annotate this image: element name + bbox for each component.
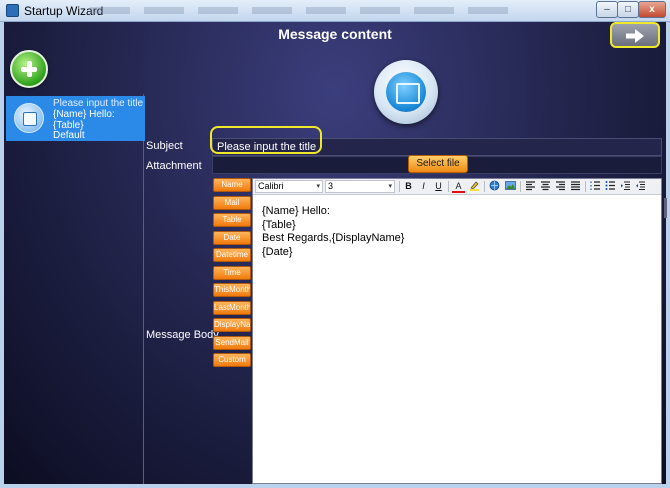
bold-button[interactable]: B [402, 180, 415, 193]
message-body-editor[interactable]: Calibri ▾ 3 ▾ B I U A {Name} Hello: {Tab… [252, 178, 662, 484]
toolbar-divider [520, 181, 521, 192]
toolbar-divider [585, 181, 586, 192]
message-envelope-icon [374, 60, 438, 124]
next-button[interactable] [610, 22, 660, 48]
close-button[interactable]: x [638, 1, 666, 18]
add-message-button[interactable] [10, 50, 48, 88]
underline-button[interactable]: U [432, 180, 445, 193]
chevron-down-icon: ▾ [316, 183, 320, 190]
insert-field-button-displayname[interactable]: DisplayName [213, 318, 251, 332]
align-right-icon[interactable] [554, 180, 567, 193]
page-title: Message content [278, 26, 392, 42]
align-justify-icon[interactable] [569, 180, 582, 193]
editor-content[interactable]: {Name} Hello: {Table} Best Regards,{Disp… [262, 205, 404, 259]
list-item-title: Please input the title [53, 98, 144, 109]
subject-input[interactable] [212, 138, 662, 156]
insert-field-button-date[interactable]: Date [213, 231, 251, 245]
font-size-select[interactable]: 3 ▾ [325, 180, 395, 193]
scrollbar[interactable] [664, 198, 667, 218]
envelope-icon [14, 103, 44, 133]
list-item-status: Default [53, 130, 85, 141]
subject-label: Subject [146, 140, 183, 152]
insert-field-button-lastmonth[interactable]: LastMonth [213, 301, 251, 315]
italic-button[interactable]: I [417, 180, 430, 193]
insert-field-button-thismonth[interactable]: ThisMonth [213, 283, 251, 297]
editor-line: {Table} [262, 218, 296, 231]
font-family-select[interactable]: Calibri ▾ [255, 180, 323, 193]
insert-field-button-datetime[interactable]: Datetime [213, 248, 251, 262]
minimize-button[interactable]: – [596, 1, 618, 18]
attachment-label: Attachment [146, 160, 202, 172]
indent-icon[interactable] [619, 180, 632, 193]
font-size-value: 3 [328, 181, 334, 191]
select-file-button[interactable]: Select file [408, 155, 468, 173]
toolbar-divider [448, 181, 449, 192]
editor-toolbar: Calibri ▾ 3 ▾ B I U A [253, 179, 661, 195]
insert-field-button-time[interactable]: Time [213, 266, 251, 280]
align-center-icon[interactable] [539, 180, 552, 193]
insert-field-button-name[interactable]: Name [213, 178, 251, 192]
wizard-main-area: Message content Please input the title {… [4, 22, 667, 484]
bullet-list-icon[interactable] [604, 180, 617, 193]
align-left-icon[interactable] [524, 180, 537, 193]
message-list-panel [6, 94, 144, 484]
maximize-button[interactable]: □ [617, 1, 639, 18]
chevron-down-icon: ▾ [388, 183, 392, 190]
font-color-button[interactable]: A [452, 180, 465, 193]
list-item[interactable]: Please input the title {Name} Hello: {Ta… [6, 96, 145, 141]
insert-field-button-mail[interactable]: Mail [213, 196, 251, 210]
insert-field-button-sendmail[interactable]: SendMail [213, 336, 251, 350]
highlight-color-icon[interactable] [468, 180, 481, 193]
arrow-right-icon [626, 29, 644, 43]
editor-line: {Date} [262, 245, 293, 258]
window-titlebar: Startup Wizard – □ x [0, 0, 670, 22]
insert-field-button-table[interactable]: Table [213, 213, 251, 227]
editor-line: Best Regards,{DisplayName} [262, 232, 405, 244]
blurred-background-titles [90, 7, 510, 14]
link-icon[interactable] [488, 180, 501, 193]
image-icon[interactable] [504, 180, 517, 193]
message-body-label: Message Body [146, 329, 219, 341]
numbered-list-icon[interactable] [589, 180, 602, 193]
editor-line: {Name} Hello: [262, 205, 330, 217]
insert-field-button-custom[interactable]: Custom [213, 353, 251, 367]
font-family-value: Calibri [258, 181, 284, 191]
list-item-line2: {Name} Hello: [53, 109, 115, 120]
app-icon [6, 4, 19, 17]
toolbar-divider [399, 181, 400, 192]
toolbar-divider [484, 181, 485, 192]
outdent-icon[interactable] [634, 180, 647, 193]
